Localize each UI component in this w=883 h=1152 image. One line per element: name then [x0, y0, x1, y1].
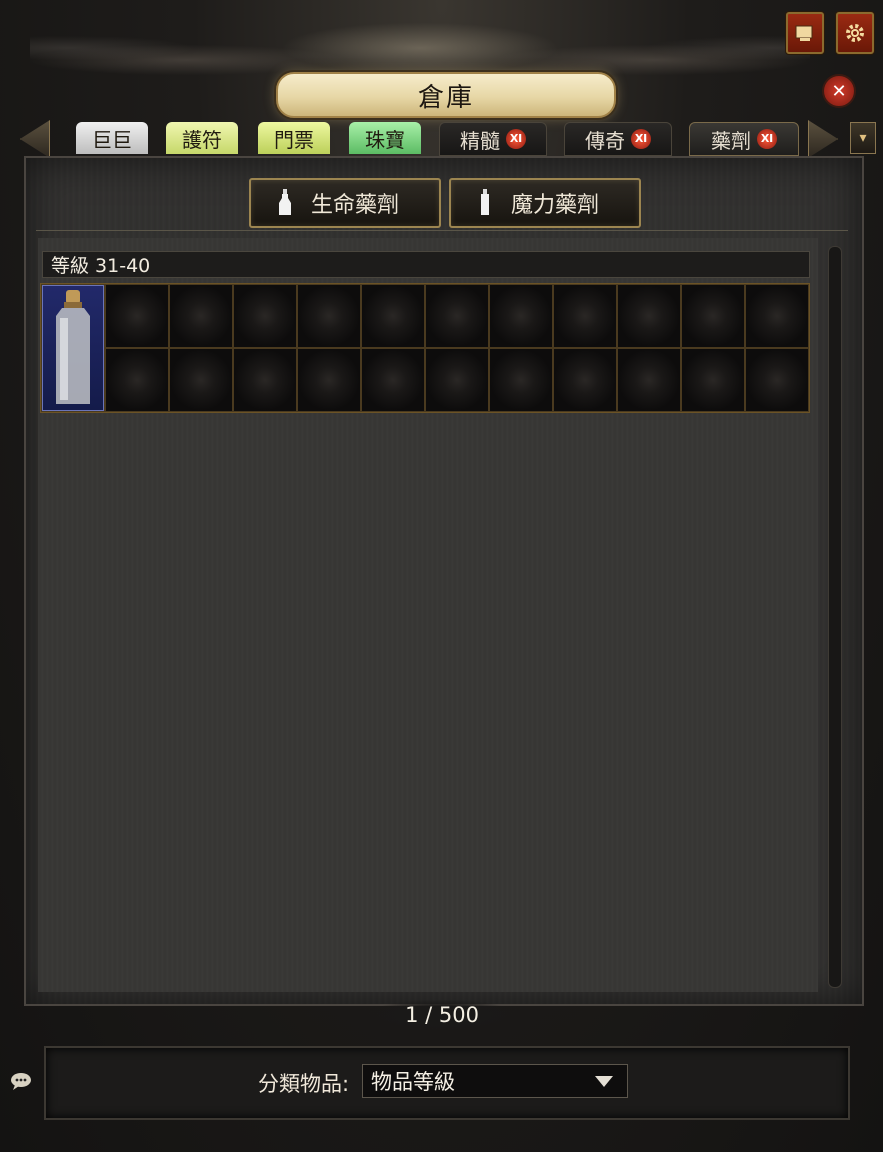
tab-badge-icon: Ⅺ	[757, 129, 777, 149]
scrollbar[interactable]	[828, 246, 842, 988]
tab-1[interactable]: 護符	[166, 122, 238, 154]
title-plate: 倉庫	[276, 72, 616, 118]
flask-icon	[279, 189, 291, 215]
grid-slot[interactable]	[489, 284, 553, 348]
tab-5[interactable]: 傳奇 Ⅺ	[564, 122, 672, 156]
tab-label: 珠寶	[365, 127, 405, 152]
close-icon: ✕	[831, 80, 847, 102]
grid-slot[interactable]	[489, 348, 553, 412]
sort-dropdown[interactable]: 物品等級	[362, 1064, 628, 1098]
grid-slot[interactable]	[425, 284, 489, 348]
tab-6-active[interactable]: 藥劑 Ⅺ	[689, 122, 799, 156]
item-grid	[40, 283, 810, 413]
grid-slot[interactable]	[745, 284, 809, 348]
tab-0[interactable]: 巨巨	[76, 122, 148, 154]
grid-slot[interactable]	[105, 284, 169, 348]
settings-button[interactable]	[836, 12, 874, 54]
subtab-label: 魔力藥劑	[511, 193, 600, 218]
grid-slot[interactable]	[233, 348, 297, 412]
stash-window: 倉庫 ✕ 巨巨 護符 門票 珠寶 精髓 Ⅺ 傳奇 Ⅺ 藥劑 Ⅺ ▾ 生命藥劑 魔…	[0, 0, 883, 1152]
map-button[interactable]	[786, 12, 824, 54]
map-icon	[795, 25, 813, 41]
item-count: 1 / 500	[372, 1000, 512, 1030]
sort-label: 分類物品:	[258, 1072, 350, 1096]
grid-slot[interactable]	[553, 348, 617, 412]
level-group-label: 等級 31-40	[51, 255, 151, 277]
grid-slot[interactable]	[361, 284, 425, 348]
subtab-life-flask[interactable]: 生命藥劑	[249, 178, 441, 228]
grid-slot[interactable]	[553, 284, 617, 348]
tab-label: 門票	[274, 127, 314, 152]
tab-label: 藥劑	[711, 128, 751, 153]
gear-icon	[846, 24, 864, 42]
grid-slot[interactable]	[361, 348, 425, 412]
tab-scroll-right-button[interactable]	[808, 120, 838, 158]
grid-slot[interactable]	[617, 284, 681, 348]
grid-slot[interactable]	[169, 348, 233, 412]
tab-label: 精髓	[460, 128, 500, 153]
item-count-label: 1 / 500	[405, 1003, 479, 1027]
chevron-down-icon	[595, 1076, 613, 1087]
flask-item[interactable]	[42, 285, 104, 411]
tab-scroll-left-button[interactable]	[20, 120, 50, 158]
chevron-down-icon: ▾	[859, 130, 867, 146]
tab-badge-icon: Ⅺ	[631, 129, 651, 149]
grid-slot[interactable]	[169, 284, 233, 348]
tab-3[interactable]: 珠寶	[349, 122, 421, 154]
grid-slot[interactable]	[681, 348, 745, 412]
grid-slot[interactable]	[297, 348, 361, 412]
tab-list-dropdown-button[interactable]: ▾	[850, 122, 876, 154]
grid-slot[interactable]	[425, 348, 489, 412]
flask-icon	[56, 290, 90, 404]
grid-slot[interactable]	[681, 284, 745, 348]
subtab-bar	[36, 168, 848, 231]
grid-slot[interactable]	[745, 348, 809, 412]
tab-label: 傳奇	[585, 128, 625, 153]
tab-badge-icon: Ⅺ	[506, 129, 526, 149]
grid-slot[interactable]	[233, 284, 297, 348]
flask-icon	[481, 189, 489, 215]
window-title: 倉庫	[417, 82, 474, 113]
subtab-label: 生命藥劑	[311, 193, 400, 218]
grid-slot[interactable]	[297, 284, 361, 348]
tab-4[interactable]: 精髓 Ⅺ	[439, 122, 547, 156]
sort-value: 物品等級	[371, 1070, 455, 1094]
subtab-mana-flask[interactable]: 魔力藥劑	[449, 178, 641, 228]
tab-2[interactable]: 門票	[258, 122, 330, 154]
tab-label: 護符	[182, 127, 222, 152]
grid-slot[interactable]	[617, 348, 681, 412]
level-group-header: 等級 31-40	[42, 251, 810, 278]
close-button[interactable]: ✕	[822, 74, 856, 108]
grid-slot[interactable]	[105, 348, 169, 412]
chat-bubble-icon[interactable]	[10, 1072, 32, 1090]
tab-label: 巨巨	[92, 127, 132, 152]
